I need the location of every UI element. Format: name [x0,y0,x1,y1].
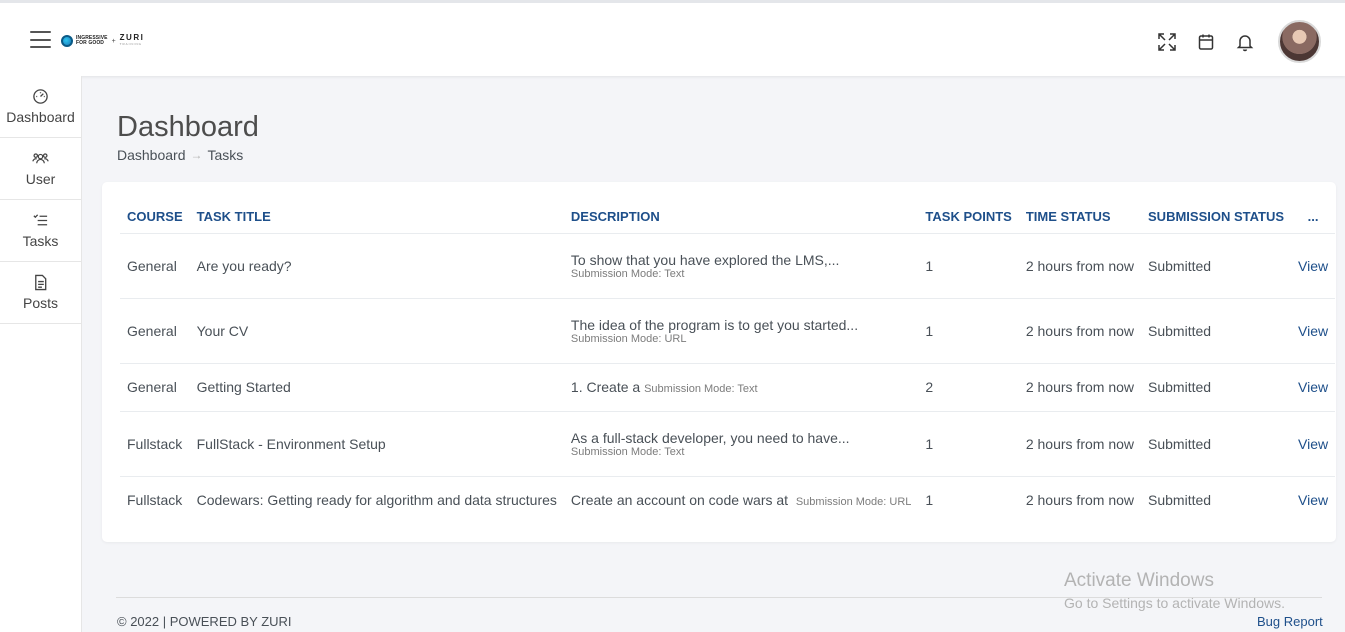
submission-mode: Submission Mode: Text [570,267,685,280]
cell-submission-status: Submitted [1141,363,1292,412]
column-header-time-status[interactable]: TIME STATUS [1018,200,1142,234]
cell-description: As a full-stack developer, you need to h… [563,411,919,477]
cell-task-title: Codewars: Getting ready for algorithm an… [196,492,557,509]
logo-zuri-subtext: TRAINING [119,42,143,46]
bell-icon[interactable] [1235,32,1255,52]
sidebar-item-label: Tasks [22,233,59,249]
cell-task-points: 2 [918,363,1019,412]
sidebar-item-posts[interactable]: Posts [0,262,81,324]
cell-description: The idea of the program is to get you st… [563,298,919,364]
logo[interactable]: INGRESSIVE FOR GOOD + ZURI TRAINING [61,34,144,48]
document-icon [35,274,47,291]
cell-time-status: 2 hours from now [1018,298,1142,364]
description-text: The idea of the program is to get you st… [570,316,859,333]
view-link[interactable]: View [1298,379,1328,395]
footer-divider [116,597,1322,598]
hamburger-menu-icon[interactable] [30,31,51,48]
cell-task-title: Getting Started [189,363,564,412]
cell-action: View [1291,476,1335,524]
cell-course: General [120,363,190,412]
cell-course: Fullstack [120,411,190,477]
sidebar-item-label: Posts [22,295,58,311]
page-title: Dashboard [117,111,259,143]
users-icon [32,153,49,164]
description-text: 1. Create a [570,379,641,395]
activate-windows-title: Activate Windows [1064,570,1214,591]
tasks-table: COURSE TASK TITLE DESCRIPTION TASK POINT… [120,200,1336,524]
description-text: Create an account on code wars at [570,492,789,509]
sidebar-item-label: User [25,171,56,187]
sidebar: Dashboard User Tasks Posts [0,76,82,632]
breadcrumb: Dashboard → Tasks [117,147,243,163]
table-row: General Getting Started 1. Create a Subm… [120,363,1336,412]
submission-mode: Submission Mode: URL [570,332,687,345]
cell-course: General [120,233,190,299]
cell-time-status: 2 hours from now [1018,363,1142,412]
submission-mode: Submission Mode: Text [570,445,685,458]
sidebar-item-label: Dashboard [6,109,75,125]
logo-text-line2: FOR GOOD [76,40,105,46]
calendar-icon[interactable] [1196,32,1216,52]
cell-action: View [1291,411,1336,477]
footer-copyright: © 2022 | POWERED BY ZURI [117,614,292,629]
cell-task-title: FullStack - Environment Setup [189,411,564,477]
column-header-course[interactable]: COURSE [120,200,190,234]
cell-task-points: 1 [918,298,1019,364]
view-link[interactable]: View [1298,258,1328,274]
cell-time-status: 2 hours from now [1025,492,1135,509]
cell-submission-status: Submitted [1148,492,1212,509]
logo-globe-icon [61,35,73,47]
cell-task-points: 1 [925,492,934,509]
cell-submission-status: Submitted [1141,233,1292,299]
cell-task-title: Your CV [189,298,564,364]
cell-course: General [120,298,190,364]
breadcrumb-dashboard[interactable]: Dashboard [117,147,186,163]
column-header-more[interactable]: ... [1291,200,1336,234]
logo-plus: + [111,37,116,45]
tasks-list-icon [33,214,48,226]
table-row: General Your CV The idea of the program … [120,298,1336,364]
cell-description: 1. Create a Submission Mode: Text [563,363,919,412]
cell-task-title: Are you ready? [189,233,564,299]
cell-task-points: 1 [918,411,1019,477]
cell-submission-status: Submitted [1141,411,1292,477]
description-text: To show that you have explored the LMS,.… [570,251,840,268]
column-header-submission-status[interactable]: SUBMISSION STATUS [1141,200,1292,234]
sidebar-item-dashboard[interactable]: Dashboard [0,76,81,138]
top-navbar: INGRESSIVE FOR GOOD + ZURI TRAINING [0,0,1345,76]
cell-action: View [1291,298,1336,364]
submission-mode: Submission Mode: URL [795,496,912,509]
dashboard-gauge-icon [33,89,48,104]
cell-submission-status: Submitted [1141,298,1292,364]
view-link[interactable]: View [1298,436,1328,452]
column-header-task-title[interactable]: TASK TITLE [189,200,564,234]
cell-task-points: 1 [918,233,1019,299]
cell-time-status: 2 hours from now [1018,233,1142,299]
sidebar-item-user[interactable]: User [0,138,81,200]
description-text: As a full-stack developer, you need to h… [570,429,850,446]
table-row: General Are you ready? To show that you … [120,233,1336,299]
column-header-description[interactable]: DESCRIPTION [563,200,919,234]
cell-course: Fullstack [127,492,183,509]
breadcrumb-arrow-icon: → [190,148,203,162]
cell-description: Create an account on code wars at Submis… [564,476,918,524]
column-header-task-points[interactable]: TASK POINTS [918,200,1019,234]
table-row: Fullstack FullStack - Environment Setup … [120,411,1336,477]
view-link[interactable]: View [1298,323,1328,339]
cell-action: View [1291,233,1336,299]
cell-action: View [1291,363,1336,412]
table-header-row: COURSE TASK TITLE DESCRIPTION TASK POINT… [120,200,1336,234]
sidebar-item-tasks[interactable]: Tasks [0,200,81,262]
submission-mode: Submission Mode: Text [644,383,758,395]
tasks-card: COURSE TASK TITLE DESCRIPTION TASK POINT… [102,182,1336,542]
cell-time-status: 2 hours from now [1018,411,1142,477]
fullscreen-icon[interactable] [1157,32,1177,52]
view-link[interactable]: View [1298,492,1328,508]
bug-report-link[interactable]: Bug Report [1257,614,1323,629]
cell-description: To show that you have explored the LMS,.… [563,233,919,299]
table-row: Fullstack Codewars: Getting ready for al… [120,476,1335,524]
user-avatar[interactable] [1278,20,1321,63]
breadcrumb-tasks: Tasks [207,147,244,163]
